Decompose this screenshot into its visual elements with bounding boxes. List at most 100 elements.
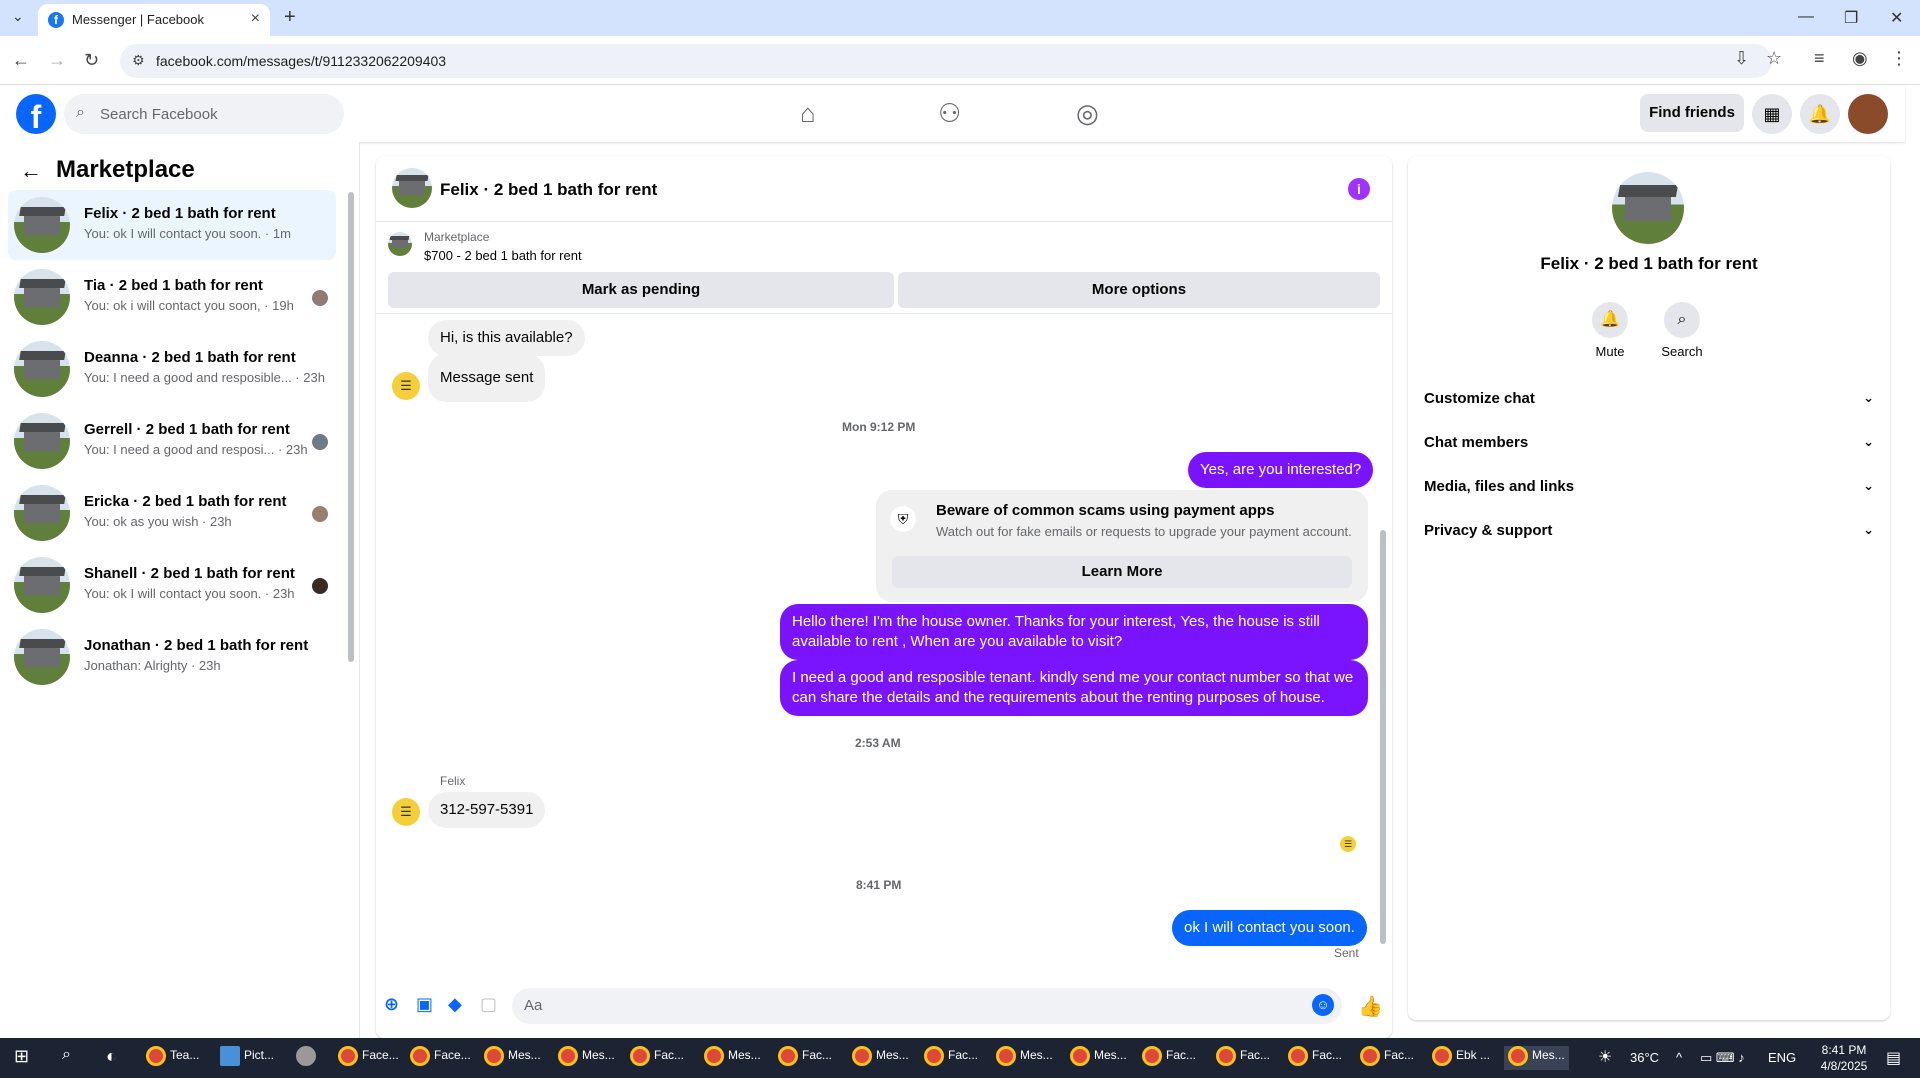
tab-search-icon[interactable]: ⌄ bbox=[12, 8, 24, 25]
install-app-icon[interactable]: ⇩ bbox=[1734, 48, 1749, 69]
felix-avatar[interactable]: ☰ bbox=[392, 372, 420, 400]
conversation-item-ericka[interactable]: Ericka · 2 bed 1 bath for rent You: ok a… bbox=[8, 478, 336, 548]
notification-center-icon[interactable]: ▤ bbox=[1886, 1048, 1901, 1068]
language-indicator[interactable]: ENG bbox=[1768, 1050, 1796, 1065]
listing-photo[interactable] bbox=[1612, 172, 1684, 244]
taskbar-item[interactable]: Fac... bbox=[924, 1046, 978, 1070]
back-arrow-icon[interactable]: ← bbox=[20, 158, 42, 184]
message-incoming[interactable]: Message sent bbox=[428, 354, 546, 402]
mute-button[interactable]: 🔔 Mute bbox=[1580, 302, 1640, 359]
sticker-icon[interactable]: ◆ bbox=[448, 994, 462, 1015]
thumbs-up-icon[interactable]: 👍 bbox=[1358, 994, 1383, 1019]
search-icon: ⌕ bbox=[1664, 302, 1700, 338]
reload-icon[interactable]: ↻ bbox=[84, 50, 99, 71]
home-icon[interactable]: ⌂ bbox=[800, 98, 816, 129]
conversation-list-scrollbar[interactable] bbox=[348, 192, 354, 662]
taskbar-item[interactable]: Pict... bbox=[220, 1046, 274, 1070]
search-input[interactable]: ⌕ Search Facebook bbox=[64, 94, 344, 134]
info-icon[interactable]: i bbox=[1348, 178, 1370, 200]
listing-title[interactable]: $700 - 2 bed 1 bath for rent bbox=[424, 248, 582, 263]
taskbar-item-active[interactable]: Mes... bbox=[1504, 1046, 1569, 1070]
chat-thumbnail[interactable] bbox=[392, 168, 432, 208]
taskbar-item[interactable]: Fac... bbox=[778, 1046, 832, 1070]
photo-icon[interactable]: ▣ bbox=[416, 994, 433, 1015]
message-outgoing[interactable]: I need a good and resposible tenant. kin… bbox=[780, 660, 1368, 716]
taskbar-item[interactable]: Mes... bbox=[704, 1046, 761, 1070]
conversation-item-felix[interactable]: Felix · 2 bed 1 bath for rent You: ok I … bbox=[8, 190, 336, 260]
conversation-item-shanell[interactable]: Shanell · 2 bed 1 bath for rent You: ok … bbox=[8, 550, 336, 620]
taskbar-item[interactable]: Fac... bbox=[1142, 1046, 1196, 1070]
groups-icon[interactable]: ◎ bbox=[1076, 98, 1099, 129]
mark-as-pending-button[interactable]: Mark as pending bbox=[388, 272, 894, 308]
conversation-name: Jonathan · 2 bed 1 bath for rent bbox=[84, 637, 309, 654]
message-outgoing[interactable]: Hello there! I'm the house owner. Thanks… bbox=[780, 604, 1368, 660]
back-icon[interactable]: ← bbox=[12, 50, 30, 71]
taskbar-item[interactable]: Fac... bbox=[1288, 1046, 1342, 1070]
taskbar-item[interactable]: Mes... bbox=[558, 1046, 615, 1070]
close-tab-icon[interactable]: × bbox=[251, 10, 260, 28]
site-info-icon[interactable]: ⚙ bbox=[132, 52, 145, 69]
find-friends-button[interactable]: Find friends bbox=[1640, 94, 1744, 132]
learn-more-button[interactable]: Learn More bbox=[892, 556, 1352, 588]
clock[interactable]: 8:41 PM 4/8/2025 bbox=[1808, 1042, 1880, 1074]
message-outgoing[interactable]: ok I will contact you soon. bbox=[1172, 910, 1367, 946]
emoji-icon[interactable]: ☺ bbox=[1312, 994, 1334, 1016]
tray-chevron-icon[interactable]: ^ bbox=[1676, 1050, 1682, 1065]
taskbar-item[interactable]: Face... bbox=[410, 1046, 471, 1070]
windows-start-icon[interactable]: ⊞ bbox=[14, 1046, 29, 1070]
taskbar-item[interactable]: Ebk ... bbox=[1432, 1046, 1490, 1070]
url-bar[interactable]: ⚙ facebook.com/messages/t/91123320622094… bbox=[120, 44, 1772, 78]
section-chat-members[interactable]: Chat members ⌄ bbox=[1424, 434, 1874, 464]
search-conversation-button[interactable]: ⌕ Search bbox=[1652, 302, 1712, 359]
felix-avatar[interactable]: ☰ bbox=[392, 798, 420, 826]
close-window-icon[interactable]: ✕ bbox=[1890, 8, 1903, 28]
minimize-icon[interactable]: — bbox=[1798, 8, 1814, 26]
forward-icon[interactable]: → bbox=[48, 50, 66, 71]
profile-icon[interactable]: ◉ bbox=[1852, 48, 1868, 69]
taskbar-item[interactable] bbox=[296, 1046, 320, 1070]
taskbar-item[interactable]: Mes... bbox=[1070, 1046, 1127, 1070]
edge-icon[interactable]: ◐ bbox=[106, 1046, 117, 1070]
url-text[interactable]: facebook.com/messages/t/9112332062209403 bbox=[156, 53, 446, 69]
conversation-item-tia[interactable]: Tia · 2 bed 1 bath for rent You: ok i wi… bbox=[8, 262, 336, 332]
plus-icon[interactable]: ⊕ bbox=[384, 994, 399, 1015]
taskbar-item[interactable]: Mes... bbox=[996, 1046, 1053, 1070]
seen-avatar bbox=[312, 434, 328, 450]
new-tab-icon[interactable]: + bbox=[284, 6, 296, 29]
conversation-item-jonathan[interactable]: Jonathan · 2 bed 1 bath for rent Jonatha… bbox=[8, 622, 336, 692]
media-control-icon[interactable]: ≡ bbox=[1814, 48, 1825, 69]
menu-grid-icon[interactable]: ▦ bbox=[1752, 94, 1792, 134]
taskbar-item[interactable]: Face... bbox=[338, 1046, 399, 1070]
browser-tab[interactable]: f Messenger | Facebook × bbox=[38, 4, 270, 36]
temperature[interactable]: 36°C bbox=[1630, 1050, 1659, 1065]
notifications-bell-icon[interactable]: 🔔 bbox=[1800, 94, 1840, 134]
chat-scrollbar[interactable] bbox=[1380, 530, 1386, 944]
conversation-item-deanna[interactable]: Deanna · 2 bed 1 bath for rent You: I ne… bbox=[8, 334, 336, 404]
account-avatar[interactable] bbox=[1848, 94, 1888, 134]
taskbar-item[interactable]: Tea... bbox=[146, 1046, 199, 1070]
conversation-item-gerrell[interactable]: Gerrell · 2 bed 1 bath for rent You: I n… bbox=[8, 406, 336, 476]
taskbar-item[interactable]: Mes... bbox=[484, 1046, 541, 1070]
gif-icon[interactable]: ▢ bbox=[480, 994, 497, 1015]
section-privacy-support[interactable]: Privacy & support ⌄ bbox=[1424, 522, 1874, 552]
tray-icons[interactable]: ▭ ⌨ ♪ bbox=[1700, 1050, 1745, 1066]
more-options-button[interactable]: More options bbox=[898, 272, 1380, 308]
restore-icon[interactable]: ❐ bbox=[1844, 8, 1858, 28]
bookmark-star-icon[interactable]: ☆ bbox=[1766, 48, 1782, 69]
friends-icon[interactable]: ⚇ bbox=[938, 98, 961, 129]
taskbar-item[interactable]: Fac... bbox=[1216, 1046, 1270, 1070]
taskbar-item[interactable]: Fac... bbox=[630, 1046, 684, 1070]
taskbar-item[interactable]: Fac... bbox=[1360, 1046, 1414, 1070]
section-customize-chat[interactable]: Customize chat ⌄ bbox=[1424, 390, 1874, 420]
section-media-files-links[interactable]: Media, files and links ⌄ bbox=[1424, 478, 1874, 508]
taskbar-search-icon[interactable]: ⌕ bbox=[62, 1046, 71, 1070]
browser-menu-icon[interactable]: ⋮ bbox=[1890, 48, 1908, 69]
taskbar-item[interactable]: Mes... bbox=[852, 1046, 909, 1070]
message-input[interactable]: Aa ☺ bbox=[512, 988, 1342, 1024]
facebook-logo-icon[interactable]: f bbox=[16, 94, 56, 135]
chat-title[interactable]: Felix · 2 bed 1 bath for rent bbox=[440, 180, 657, 200]
message-outgoing[interactable]: Yes, are you interested? bbox=[1188, 452, 1374, 488]
weather-icon[interactable]: ☀ bbox=[1598, 1047, 1612, 1067]
message-incoming[interactable]: Hi, is this available? bbox=[428, 320, 585, 356]
message-incoming[interactable]: 312-597-5391 bbox=[428, 792, 546, 828]
